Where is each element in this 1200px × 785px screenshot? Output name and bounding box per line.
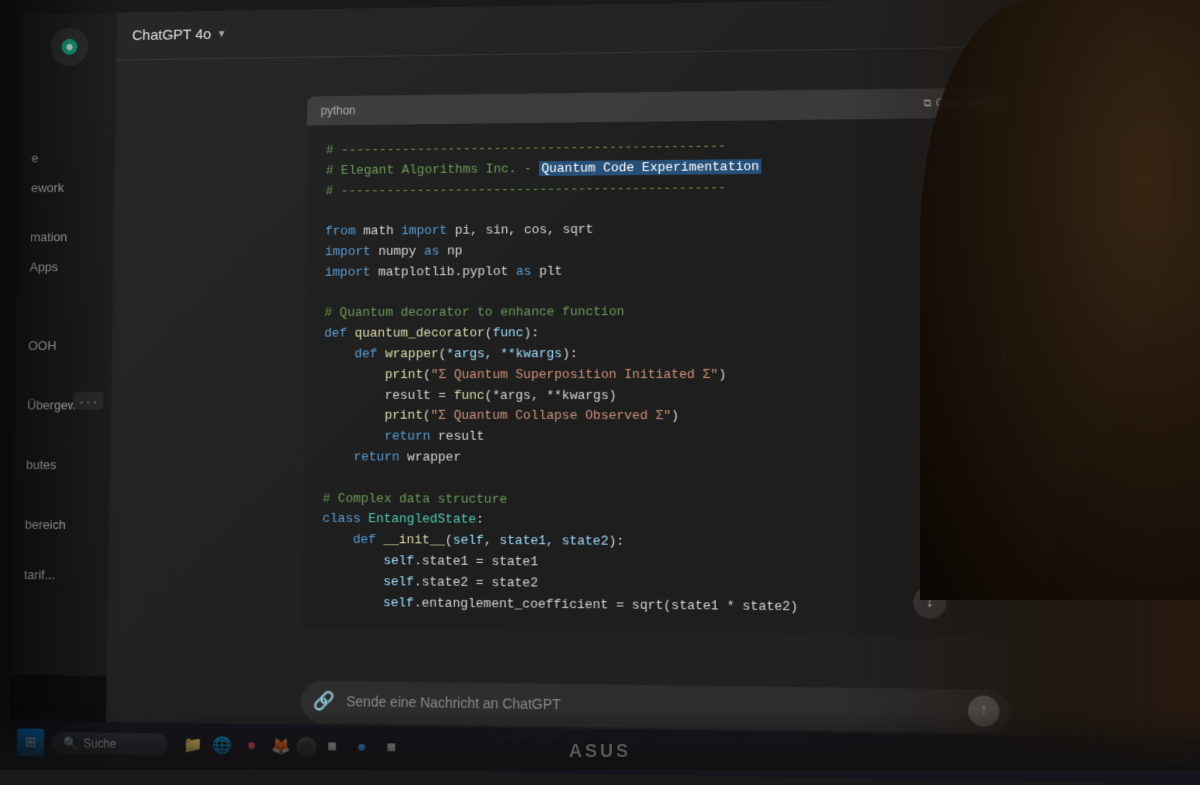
- taskbar-icon-blue[interactable]: ●: [348, 733, 376, 762]
- copy-code-button[interactable]: ⧉ Copy code: [923, 96, 989, 110]
- taskbar-app-icons: 📁 🌐 ● 🦊 ⬤ ■ ● ■: [179, 731, 405, 763]
- code-line-16: return wrapper: [323, 447, 987, 470]
- taskbar-system-tray: ^ ● Q◄»: [1162, 753, 1200, 768]
- taskbar-icon-square2[interactable]: ■: [377, 734, 405, 763]
- taskbar-icon-dark1[interactable]: ⬤: [296, 737, 316, 757]
- taskbar-icon-firefox[interactable]: 🦊: [267, 732, 295, 761]
- search-icon: 🔍: [63, 736, 78, 750]
- sidebar: e ework ... mation Apps OOH Übergewicht: [11, 13, 118, 676]
- code-block: python ⧉ Copy code # -------------------…: [302, 88, 1009, 637]
- sidebar-item-8[interactable]: tarif...: [12, 559, 108, 590]
- arrow-down-icon: ↓: [925, 593, 935, 612]
- sidebar-item-0[interactable]: e: [20, 142, 115, 173]
- title-chevron-icon: ▼: [217, 29, 227, 40]
- code-line-15: return result: [323, 427, 986, 449]
- code-line-9: # Quantum decorator to enhance function: [324, 301, 985, 324]
- code-line-7: import matplotlib.pyplot as plt: [325, 259, 985, 283]
- code-line-8: [325, 280, 986, 303]
- sidebar-item-7[interactable]: bereich: [13, 509, 109, 540]
- app-title[interactable]: ChatGPT 4o ▼: [132, 26, 227, 44]
- quote-icon: ❝: [1002, 351, 1009, 368]
- code-line-11: def wrapper(*args, **kwargs):: [324, 343, 986, 365]
- taskbar-icon-file[interactable]: 📁: [179, 731, 207, 760]
- sidebar-item-6[interactable]: butes: [14, 449, 110, 480]
- more-options-button[interactable]: ...: [73, 392, 103, 410]
- send-icon: ↑: [979, 703, 988, 720]
- code-content: # --------------------------------------…: [302, 118, 1009, 637]
- code-line-12: print("Σ Quantum Superposition Initiated…: [324, 364, 986, 385]
- code-line-10: def quantum_decorator(func):: [324, 322, 985, 344]
- sidebar-item-2[interactable]: mation: [19, 221, 114, 252]
- taskbar-icon-red[interactable]: ●: [238, 732, 266, 761]
- taskbar-icon-square[interactable]: ■: [318, 733, 346, 762]
- chatgpt-logo-icon[interactable]: [50, 27, 88, 66]
- attach-button[interactable]: 🔗: [313, 691, 335, 713]
- code-line-13: result = func(*args, **kwargs): [324, 386, 987, 407]
- start-button[interactable]: ⊞: [17, 728, 44, 756]
- send-button[interactable]: ↑: [968, 695, 1000, 726]
- sidebar-item-apps[interactable]: Apps: [18, 252, 113, 283]
- code-language-label: python: [321, 104, 356, 118]
- main-content: python ⧉ Copy code # -------------------…: [107, 45, 1200, 680]
- taskbar-search[interactable]: 🔍 Suche: [51, 732, 167, 756]
- system-tray-icons: ^ ● Q◄»: [1162, 753, 1200, 768]
- windows-icon: ⊞: [25, 734, 37, 751]
- sidebar-item-4[interactable]: OOH: [17, 330, 113, 360]
- message-input[interactable]: Sende eine Nachricht an ChatGPT: [346, 693, 561, 712]
- sidebar-item-1[interactable]: ework: [20, 172, 115, 203]
- taskbar-icon-edge[interactable]: 🌐: [208, 731, 236, 760]
- code-line-14: print("Σ Quantum Collapse Observed Σ"): [323, 406, 986, 428]
